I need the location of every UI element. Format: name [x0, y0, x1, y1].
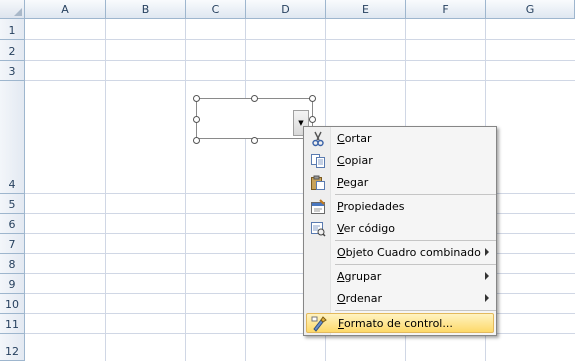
- row-header-5[interactable]: 5: [0, 194, 25, 214]
- resize-handle-bottom[interactable]: [251, 137, 258, 144]
- column-header-c[interactable]: C: [186, 0, 246, 19]
- menu-item-pegar[interactable]: Pegar: [306, 173, 494, 193]
- row-header-8[interactable]: 8: [0, 254, 25, 274]
- row-header-9[interactable]: 9: [0, 274, 25, 294]
- menu-separator: [335, 310, 496, 311]
- row-header-2[interactable]: 2: [0, 40, 25, 61]
- format-control-icon: [311, 316, 327, 332]
- gridline: [105, 19, 106, 361]
- gridline: [185, 19, 186, 361]
- context-menu: Cortar Copiar Pegar Propiedades Ver códi…: [303, 126, 497, 336]
- row-header-6[interactable]: 6: [0, 214, 25, 234]
- row-header-12[interactable]: 12: [0, 334, 25, 361]
- menu-item-objeto-cuadro-combinado[interactable]: Objeto Cuadro combinado: [306, 243, 494, 263]
- menu-item-copiar[interactable]: Copiar: [306, 151, 494, 171]
- menu-separator: [335, 264, 496, 265]
- resize-handle-top-left[interactable]: [193, 95, 200, 102]
- row-header-3[interactable]: 3: [0, 61, 25, 81]
- menu-item-ordenar[interactable]: Ordenar: [306, 289, 494, 309]
- copy-icon: [310, 153, 326, 169]
- menu-item-label: Ordenar: [337, 292, 382, 305]
- resize-handle-right[interactable]: [309, 116, 316, 123]
- menu-separator: [335, 194, 496, 195]
- menu-item-formato-de-control[interactable]: Formato de control...: [306, 313, 494, 333]
- gridline: [25, 60, 575, 61]
- gridline: [245, 19, 246, 361]
- column-header-b[interactable]: B: [106, 0, 186, 19]
- row-header-1[interactable]: 1: [0, 19, 25, 40]
- menu-item-label: Ver código: [337, 222, 395, 235]
- scissors-icon: [310, 131, 326, 147]
- select-all-corner[interactable]: [0, 0, 25, 19]
- menu-item-label: Formato de control...: [338, 317, 453, 330]
- column-header-g[interactable]: G: [486, 0, 575, 19]
- resize-handle-top-right[interactable]: [309, 95, 316, 102]
- row-header-7[interactable]: 7: [0, 234, 25, 254]
- menu-item-label: Agrupar: [337, 270, 382, 283]
- row-header-11[interactable]: 11: [0, 314, 25, 334]
- menu-item-agrupar[interactable]: Agrupar: [306, 267, 494, 287]
- menu-item-label: Cortar: [337, 132, 372, 145]
- view-code-icon: [310, 221, 326, 237]
- gridline: [25, 80, 575, 81]
- menu-item-propiedades[interactable]: Propiedades: [306, 197, 494, 217]
- menu-separator: [335, 240, 496, 241]
- menu-item-label: Pegar: [337, 176, 369, 189]
- menu-item-cortar[interactable]: Cortar: [306, 129, 494, 149]
- column-header-e[interactable]: E: [326, 0, 406, 19]
- row-header-4[interactable]: 4: [0, 81, 25, 194]
- resize-handle-top[interactable]: [251, 95, 258, 102]
- submenu-arrow-icon: [485, 248, 489, 256]
- resize-handle-bottom-left[interactable]: [193, 137, 200, 144]
- column-header-d[interactable]: D: [246, 0, 326, 19]
- resize-handle-left[interactable]: [193, 116, 200, 123]
- column-header-f[interactable]: F: [406, 0, 486, 19]
- column-header-a[interactable]: A: [25, 0, 106, 19]
- paste-icon: [310, 175, 326, 191]
- menu-item-ver-codigo[interactable]: Ver código: [306, 219, 494, 239]
- row-header-10[interactable]: 10: [0, 294, 25, 314]
- submenu-arrow-icon: [485, 294, 489, 302]
- properties-icon: [310, 199, 326, 215]
- menu-item-label: Propiedades: [337, 200, 405, 213]
- gridline: [25, 39, 575, 40]
- menu-item-label: Copiar: [337, 154, 373, 167]
- menu-item-label: Objeto Cuadro combinado: [337, 246, 481, 259]
- submenu-arrow-icon: [485, 272, 489, 280]
